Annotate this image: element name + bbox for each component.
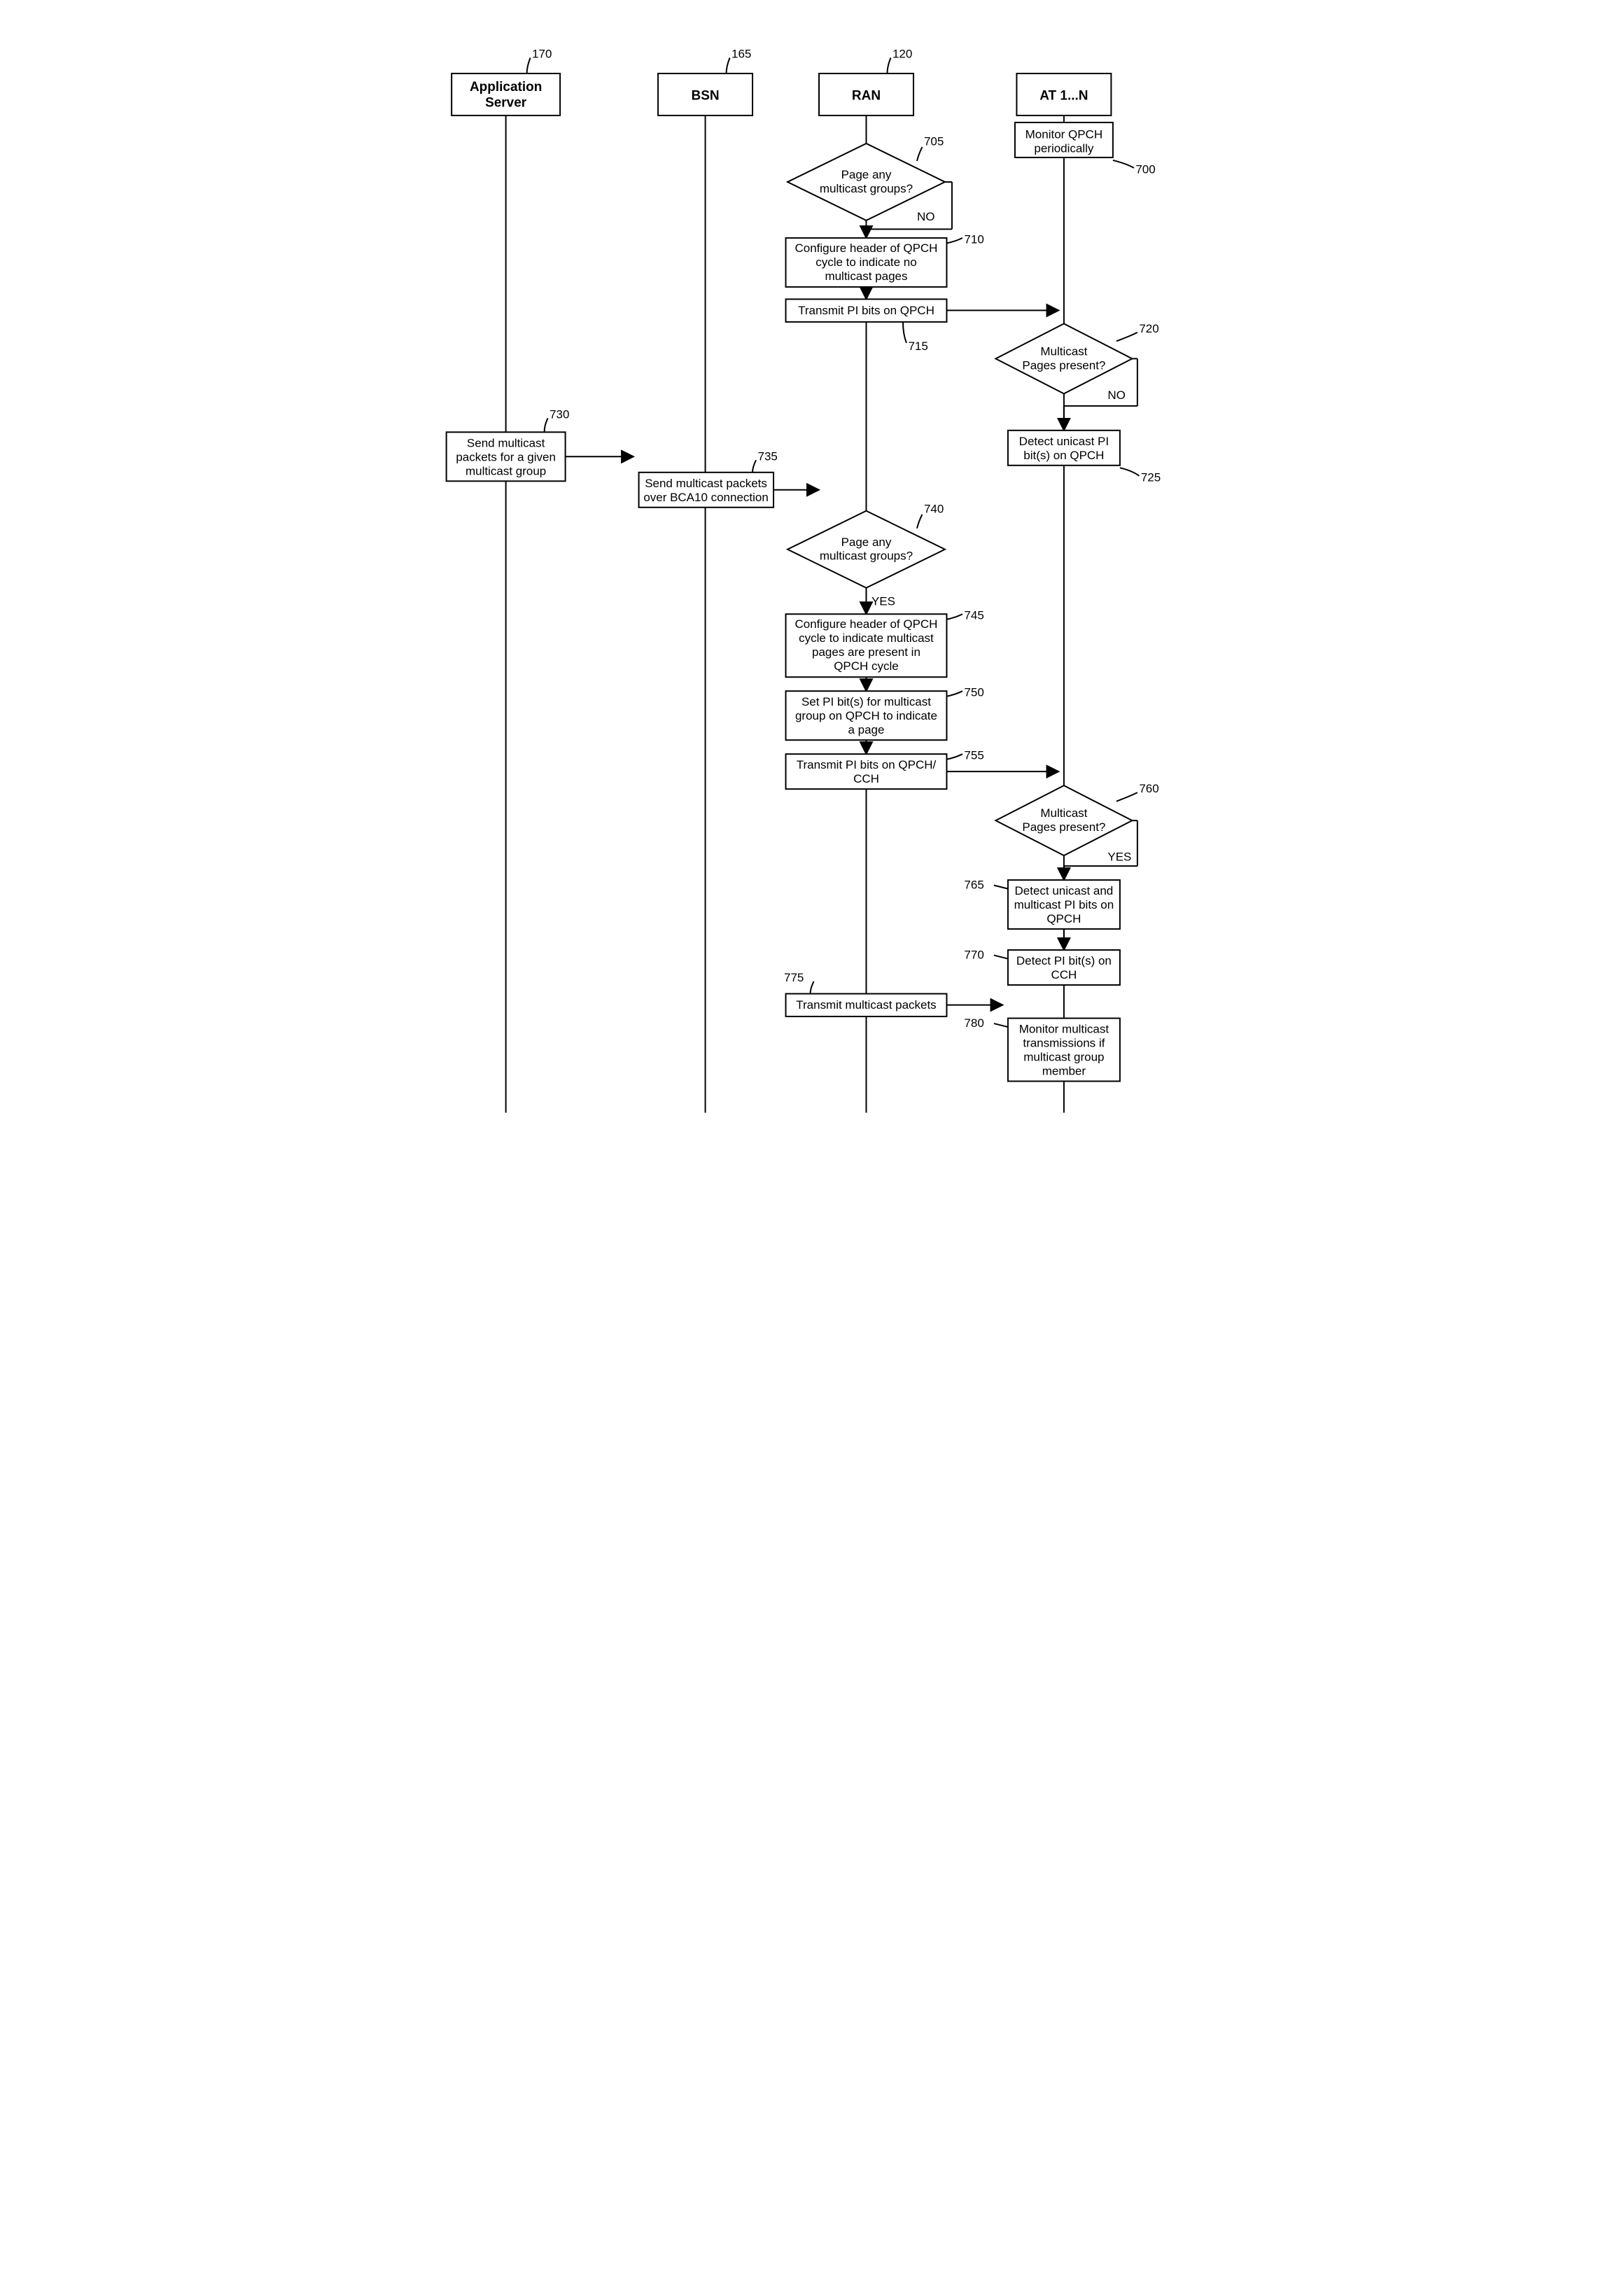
svg-text:CCH: CCH — [853, 772, 879, 785]
svg-text:Detect PI bit(s) on: Detect PI bit(s) on — [1016, 954, 1112, 967]
node-740: Page any multicast groups? 740 YES — [788, 502, 945, 614]
svg-text:periodically: periodically — [1034, 141, 1093, 155]
svg-text:775: 775 — [784, 971, 804, 984]
svg-text:cycle to indicate multicast: cycle to indicate multicast — [799, 631, 934, 645]
svg-text:730: 730 — [550, 407, 569, 421]
svg-text:770: 770 — [964, 949, 983, 962]
svg-text:710: 710 — [964, 232, 983, 246]
svg-text:NO: NO — [1107, 389, 1125, 402]
svg-text:QPCH cycle: QPCH cycle — [834, 659, 899, 673]
svg-text:Monitor QPCH: Monitor QPCH — [1026, 127, 1102, 141]
node-735: Send multicast packets over BCA10 connec… — [639, 449, 778, 507]
header-ran: RAN 120 — [819, 47, 913, 115]
svg-text:Configure header of QPCH: Configure header of QPCH — [795, 242, 938, 255]
svg-text:Pages present?: Pages present? — [1022, 358, 1105, 372]
svg-text:Send multicast: Send multicast — [467, 436, 545, 449]
svg-text:YES: YES — [872, 595, 895, 608]
svg-text:Page any: Page any — [841, 536, 892, 549]
svg-text:170: 170 — [532, 47, 552, 60]
svg-text:CCH: CCH — [1051, 968, 1077, 981]
svg-text:over BCA10 connection: over BCA10 connection — [643, 491, 768, 504]
svg-text:multicast groups?: multicast groups? — [820, 550, 913, 563]
svg-text:780: 780 — [964, 1016, 983, 1030]
svg-text:745: 745 — [964, 609, 983, 622]
svg-text:YES: YES — [1107, 851, 1131, 864]
flowchart-diagram: Application Server 170 BSN 165 RAN 120 A… — [406, 14, 1218, 1150]
svg-text:multicast pages: multicast pages — [825, 270, 907, 283]
svg-text:Monitor multicast: Monitor multicast — [1019, 1023, 1110, 1036]
svg-text:Set PI bit(s) for multicast: Set PI bit(s) for multicast — [802, 695, 931, 708]
svg-text:Pages present?: Pages present? — [1022, 820, 1105, 834]
svg-text:720: 720 — [1139, 322, 1158, 335]
svg-text:Multicast: Multicast — [1040, 806, 1087, 820]
svg-text:760: 760 — [1139, 782, 1158, 795]
svg-text:Configure header of QPCH: Configure header of QPCH — [795, 617, 938, 631]
svg-text:member: member — [1042, 1065, 1086, 1078]
svg-text:Transmit PI bits on QPCH: Transmit PI bits on QPCH — [798, 304, 934, 317]
node-700: Monitor QPCH periodically 700 — [1015, 123, 1156, 176]
node-775: Transmit multicast packets 775 — [784, 971, 946, 1016]
svg-text:Application: Application — [470, 80, 542, 95]
node-730: Send multicast packets for a given multi… — [447, 407, 570, 481]
svg-text:BSN: BSN — [692, 88, 720, 103]
svg-text:700: 700 — [1135, 162, 1155, 176]
node-755: Transmit PI bits on QPCH/ CCH 755 — [786, 749, 984, 789]
svg-text:QPCH: QPCH — [1046, 912, 1081, 925]
header-at: AT 1...N — [1016, 74, 1111, 116]
svg-text:bit(s) on QPCH: bit(s) on QPCH — [1023, 449, 1104, 462]
svg-text:765: 765 — [964, 879, 983, 892]
svg-text:AT 1...N: AT 1...N — [1040, 88, 1088, 103]
svg-text:715: 715 — [908, 340, 927, 353]
svg-text:Send multicast packets: Send multicast packets — [645, 477, 767, 490]
svg-text:740: 740 — [924, 502, 944, 515]
svg-text:725: 725 — [1141, 470, 1161, 484]
svg-text:Server: Server — [485, 95, 527, 110]
svg-text:multicast PI bits on: multicast PI bits on — [1014, 898, 1114, 911]
node-745: Configure header of QPCH cycle to indica… — [786, 609, 984, 677]
svg-text:NO: NO — [917, 210, 934, 223]
header-appserver: Application Server 170 — [451, 47, 560, 115]
svg-text:group on QPCH to indicate: group on QPCH to indicate — [795, 709, 937, 722]
node-750: Set PI bit(s) for multicast group on QPC… — [786, 686, 984, 740]
svg-text:packets for a given: packets for a given — [456, 450, 556, 463]
node-710: Configure header of QPCH cycle to indica… — [786, 232, 984, 286]
node-725: Detect unicast PI bit(s) on QPCH 725 — [1008, 431, 1161, 484]
svg-text:multicast group: multicast group — [465, 464, 546, 477]
svg-text:cycle to indicate no: cycle to indicate no — [816, 256, 916, 269]
node-780: Monitor multicast transmissions if multi… — [964, 1016, 1119, 1081]
svg-text:165: 165 — [732, 47, 751, 60]
node-720: Multicast Pages present? 720 NO — [995, 322, 1158, 431]
svg-text:755: 755 — [964, 749, 983, 762]
header-bsn: BSN 165 — [658, 47, 752, 115]
svg-text:Detect unicast and: Detect unicast and — [1015, 884, 1114, 897]
svg-text:a page: a page — [848, 723, 884, 736]
svg-text:Detect unicast PI: Detect unicast PI — [1019, 435, 1109, 448]
node-760: Multicast Pages present? 760 YES — [995, 782, 1158, 880]
svg-text:120: 120 — [892, 47, 912, 60]
node-765: Detect unicast and multicast PI bits on … — [964, 879, 1119, 929]
svg-text:705: 705 — [924, 134, 944, 148]
svg-text:transmissions if: transmissions if — [1023, 1037, 1105, 1050]
svg-text:Multicast: Multicast — [1040, 344, 1087, 358]
svg-text:multicast group: multicast group — [1023, 1051, 1104, 1064]
svg-text:RAN: RAN — [852, 88, 881, 103]
node-705: Page any multicast groups? 705 NO — [788, 134, 952, 237]
svg-text:Transmit multicast packets: Transmit multicast packets — [796, 998, 936, 1012]
svg-text:pages are present in: pages are present in — [812, 645, 920, 659]
svg-text:735: 735 — [758, 449, 778, 463]
node-770: Detect PI bit(s) on CCH 770 — [964, 949, 1119, 985]
svg-text:Page any: Page any — [841, 168, 892, 181]
svg-text:750: 750 — [964, 686, 983, 699]
svg-text:Transmit PI bits on QPCH/: Transmit PI bits on QPCH/ — [797, 758, 937, 771]
svg-text:multicast groups?: multicast groups? — [820, 182, 913, 195]
